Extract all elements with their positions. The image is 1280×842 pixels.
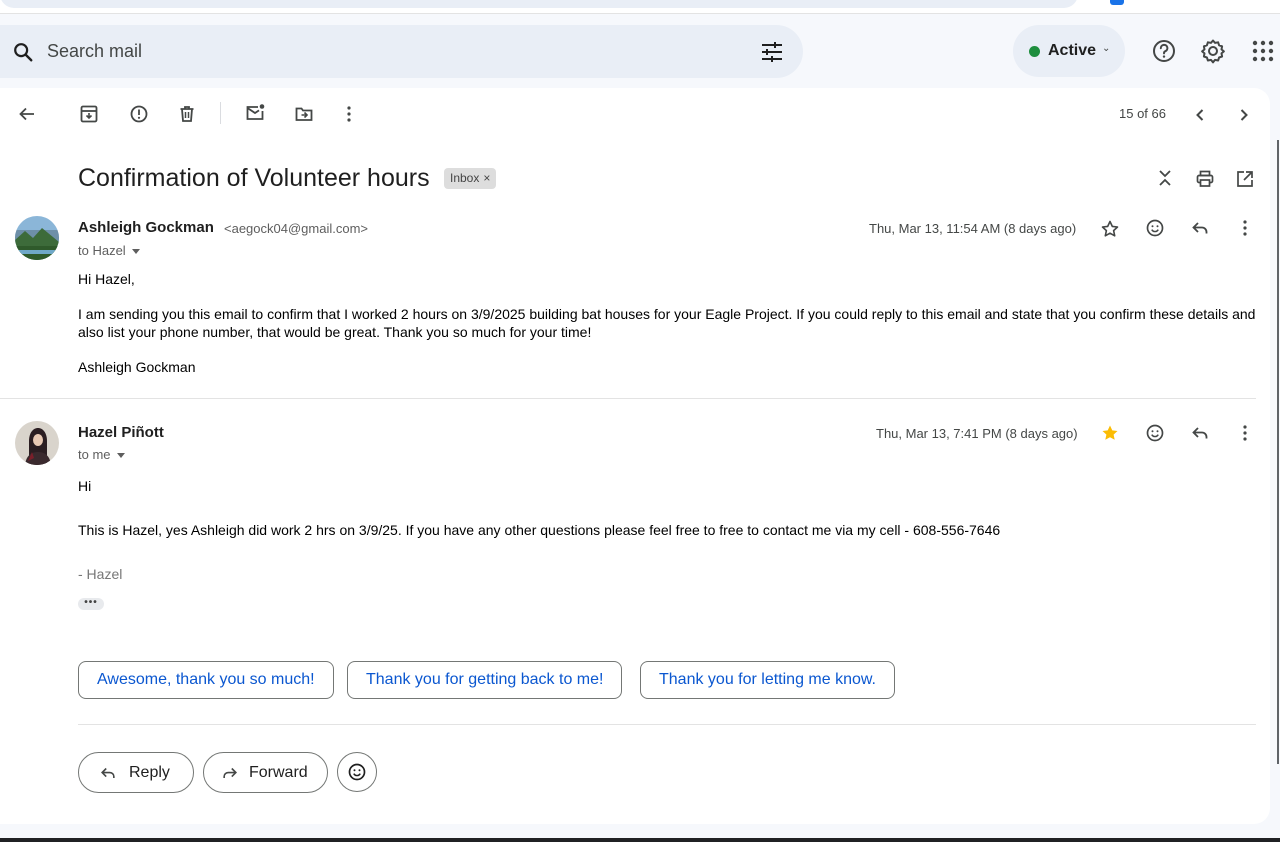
star-filled-icon[interactable] — [1100, 423, 1120, 443]
caret-down-icon — [116, 453, 125, 459]
star-icon[interactable] — [1100, 219, 1120, 239]
extension-icon[interactable] — [1110, 0, 1124, 5]
inbox-label-chip[interactable]: Inbox × — [444, 168, 497, 189]
collapse-all-icon[interactable] — [1155, 168, 1175, 188]
message-body: I am sending you this email to confirm t… — [78, 306, 1256, 340]
sender-name: Ashleigh Gockman — [78, 219, 214, 236]
print-icon[interactable] — [1195, 169, 1215, 189]
chevron-right-icon[interactable] — [1234, 105, 1254, 125]
smiley-icon — [348, 763, 366, 781]
message-signature: - Hazel — [78, 566, 123, 582]
reply-divider — [78, 724, 1256, 725]
status-dot — [1029, 46, 1040, 57]
browser-top-strip — [0, 0, 1280, 14]
more-icon[interactable] — [339, 104, 359, 124]
avatar[interactable] — [15, 216, 59, 260]
message-greeting: Hi — [78, 478, 92, 494]
sender-email: <aegock04@gmail.com> — [224, 221, 368, 236]
forward-button[interactable]: Forward — [203, 752, 328, 793]
avatar-landscape-image — [15, 216, 59, 260]
address-bar-edge — [0, 0, 1078, 8]
message-greeting: Hi Hazel, — [78, 271, 135, 287]
scrollbar[interactable] — [1277, 140, 1279, 764]
search-options-icon[interactable] — [760, 41, 784, 63]
message-divider — [0, 398, 1256, 399]
forward-arrow-icon — [223, 767, 237, 778]
back-arrow-icon[interactable] — [17, 104, 37, 124]
recipient-dropdown[interactable]: to me — [78, 447, 125, 462]
search-icon[interactable] — [12, 41, 34, 63]
open-new-window-icon[interactable] — [1235, 169, 1255, 189]
emoji-reaction-icon[interactable] — [1145, 218, 1165, 238]
reply-label: Reply — [129, 764, 170, 781]
message-date: Thu, Mar 13, 11:54 AM (8 days ago) — [869, 221, 1077, 236]
reply-arrow-icon — [101, 767, 115, 778]
chevron-left-icon[interactable] — [1190, 105, 1210, 125]
email-subject: Confirmation of Volunteer hours — [78, 164, 430, 192]
sender-name: Hazel Piñott — [78, 424, 164, 441]
search-input[interactable]: Search mail — [47, 41, 142, 62]
caret-down-icon — [131, 249, 140, 255]
settings-icon[interactable] — [1200, 38, 1226, 64]
reply-icon[interactable] — [1190, 423, 1210, 443]
show-trimmed-content-button[interactable]: ••• — [78, 598, 104, 610]
remove-label-icon[interactable]: × — [483, 171, 490, 185]
message-date: Thu, Mar 13, 7:41 PM (8 days ago) — [876, 426, 1078, 441]
search-bar[interactable]: Search mail — [0, 25, 803, 78]
avatar[interactable] — [15, 421, 59, 465]
message-signoff: Ashleigh Gockman — [78, 359, 196, 375]
move-to-icon[interactable] — [294, 104, 314, 124]
emoji-reply-button[interactable] — [337, 752, 377, 792]
smart-reply-button[interactable]: Awesome, thank you so much! — [78, 661, 334, 699]
recipient-dropdown[interactable]: to Hazel — [78, 243, 140, 258]
report-spam-icon[interactable] — [129, 104, 149, 124]
reply-button[interactable]: Reply — [78, 752, 194, 793]
mark-unread-icon[interactable] — [245, 103, 265, 123]
apps-icon[interactable] — [1250, 38, 1276, 64]
recipient-label: to me — [78, 447, 111, 462]
message-body: This is Hazel, yes Ashleigh did work 2 h… — [78, 522, 1001, 538]
emoji-reaction-icon[interactable] — [1145, 423, 1165, 443]
pagination-label: 15 of 66 — [1119, 106, 1166, 121]
more-options-icon[interactable] — [1235, 218, 1255, 238]
toolbar-divider — [220, 102, 221, 124]
taskbar-edge — [0, 838, 1280, 842]
delete-icon[interactable] — [177, 104, 197, 124]
more-options-icon[interactable] — [1235, 423, 1255, 443]
forward-label: Forward — [249, 764, 308, 781]
status-label: Active — [1048, 42, 1097, 59]
message-pane — [0, 88, 1270, 824]
help-icon[interactable] — [1151, 38, 1177, 64]
archive-icon[interactable] — [79, 104, 99, 124]
reply-icon[interactable] — [1190, 218, 1210, 238]
label-text: Inbox — [450, 171, 480, 185]
status-chip[interactable]: Active ⌄ — [1013, 25, 1125, 77]
recipient-label: to Hazel — [78, 243, 126, 258]
avatar-portrait-image — [15, 421, 59, 465]
chevron-down-icon: ⌄ — [1102, 43, 1111, 54]
smart-reply-button[interactable]: Thank you for getting back to me! — [347, 661, 623, 699]
smart-reply-button[interactable]: Thank you for letting me know. — [640, 661, 895, 699]
